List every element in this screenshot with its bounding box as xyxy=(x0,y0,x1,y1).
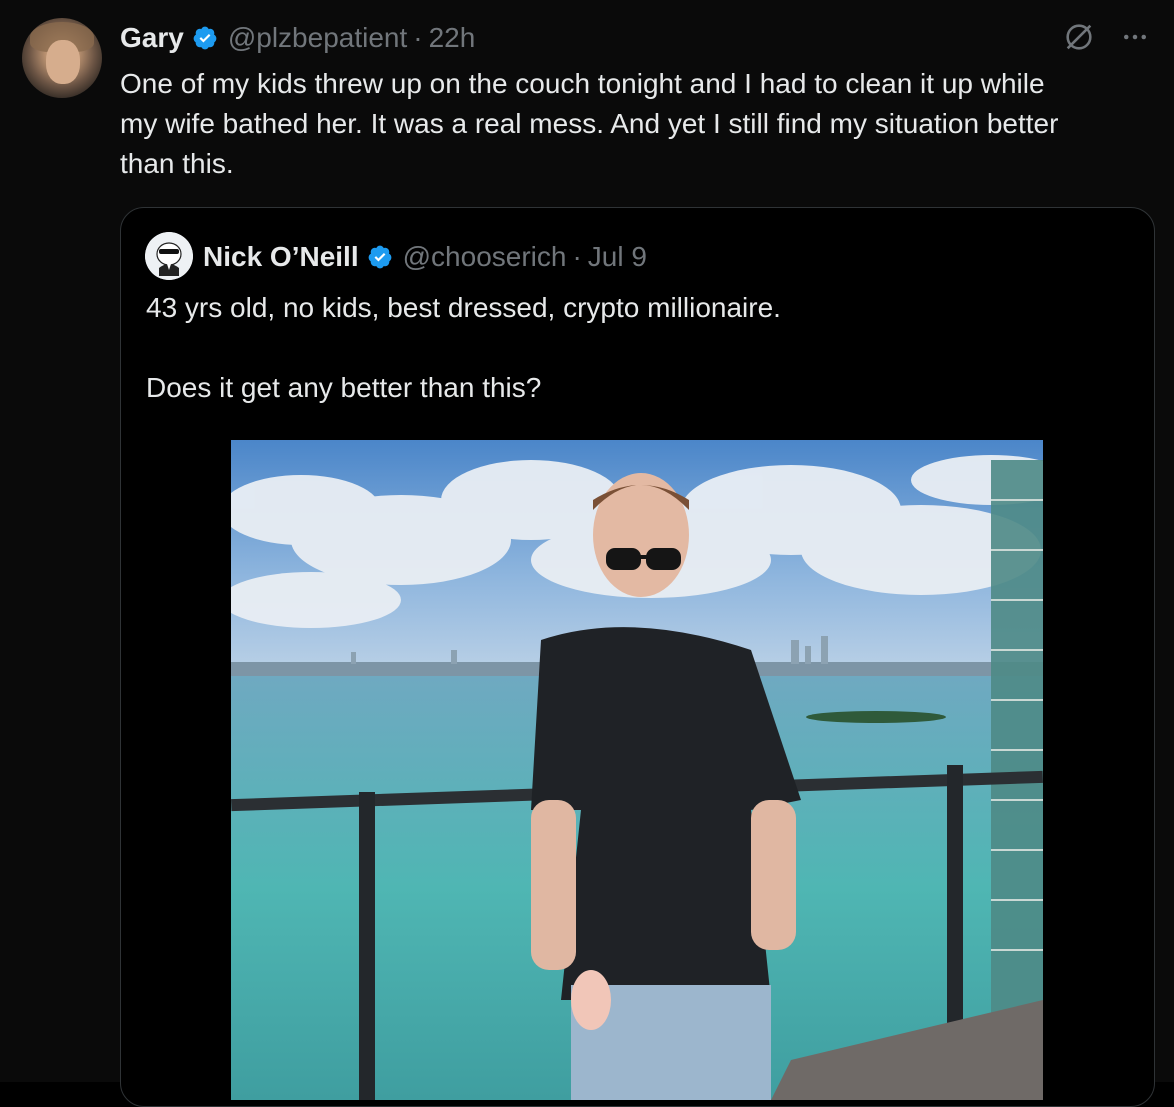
tweet-actions-top xyxy=(1062,20,1150,54)
tweet[interactable]: Gary @plzbepatient · 22h One of my kids … xyxy=(0,0,1174,1107)
quoted-author-name[interactable]: Nick O’Neill xyxy=(203,241,359,273)
tweet-text: One of my kids threw up on the couch ton… xyxy=(120,68,1059,179)
quoted-author-avatar[interactable] xyxy=(145,232,193,280)
quoted-text: 43 yrs old, no kids, best dressed, crypt… xyxy=(146,292,781,403)
quoted-timestamp[interactable]: Jul 9 xyxy=(588,241,647,273)
grok-icon[interactable] xyxy=(1062,20,1096,54)
separator-dot: · xyxy=(413,22,423,53)
author-handle[interactable]: @plzbepatient xyxy=(228,22,407,54)
avatar-face xyxy=(46,40,80,84)
tweet-timestamp[interactable]: 22h xyxy=(429,22,476,54)
verified-badge-icon xyxy=(368,245,391,269)
more-icon[interactable] xyxy=(1120,22,1150,52)
balcony-photo xyxy=(231,440,1043,1100)
quoted-photo[interactable] xyxy=(231,440,1043,1100)
tweet-header: Gary @plzbepatient · 22h xyxy=(120,20,475,56)
author-name[interactable]: Gary xyxy=(120,22,184,54)
verified-badge-icon xyxy=(193,26,217,50)
quoted-author-handle[interactable]: @chooserich xyxy=(403,241,567,273)
quoted-tweet[interactable]: Nick O’Neill @chooserich · Jul 9 43 yrs … xyxy=(120,207,1155,1107)
author-avatar[interactable] xyxy=(22,18,102,98)
quoted-header: Nick O’Neill @chooserich · Jul 9 xyxy=(203,239,647,275)
separator-dot: · xyxy=(572,241,582,272)
cartoon-avatar-icon xyxy=(145,232,193,280)
